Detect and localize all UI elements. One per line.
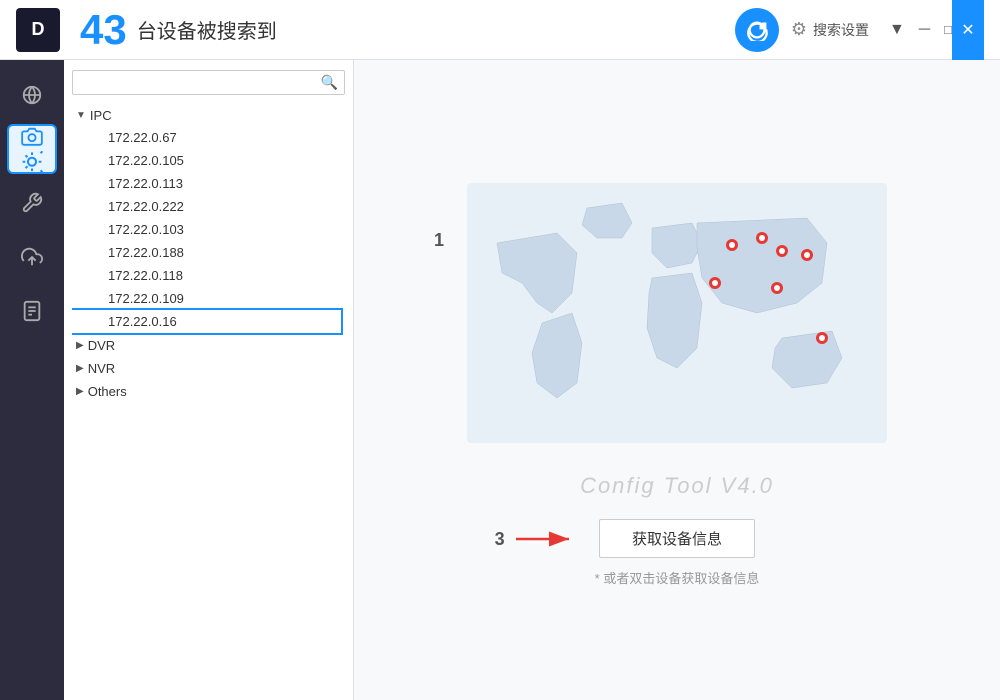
ip-icon bbox=[21, 84, 43, 106]
tree-item[interactable]: 172.22.0.222 bbox=[72, 195, 345, 218]
step-3-label: 3 bbox=[495, 529, 505, 550]
right-panel: 1 2 bbox=[354, 60, 1000, 700]
nvr-arrow-icon: ▶ bbox=[76, 363, 84, 374]
map-svg bbox=[467, 173, 887, 453]
window-controls: ▼ ─ □ bbox=[889, 21, 952, 39]
action-section: 3 获取设备信息 * 或者双击设备获取设备信息 bbox=[595, 519, 760, 587]
world-map bbox=[467, 173, 887, 453]
step-3-indicator: 3 bbox=[495, 525, 581, 553]
sidebar-item-upload[interactable] bbox=[7, 232, 57, 282]
map-pin-7 bbox=[816, 332, 828, 344]
step-1-label: 1 bbox=[434, 230, 444, 251]
tree-group-dvr: ▶ DVR bbox=[72, 335, 345, 356]
tree-group-nvr: ▶ NVR bbox=[72, 358, 345, 379]
ipc-label: IPC bbox=[90, 108, 112, 123]
step-3-arrow bbox=[511, 525, 581, 553]
sidebar-item-document[interactable] bbox=[7, 286, 57, 336]
map-pin-6 bbox=[771, 282, 783, 294]
tree-group-ipc-header[interactable]: ▼ IPC bbox=[72, 105, 345, 126]
tree-item[interactable]: 172.22.0.103 bbox=[72, 218, 345, 241]
device-count: 43 bbox=[80, 9, 127, 51]
sidebar-item-ip[interactable] bbox=[7, 70, 57, 120]
main-layout: 🔍 ▼ IPC 172.22.0.67 172.22.0.105 172.22.… bbox=[0, 60, 1000, 700]
tree-item[interactable]: 172.22.0.109 bbox=[72, 287, 345, 310]
document-icon bbox=[21, 300, 43, 322]
nvr-label: NVR bbox=[88, 361, 115, 376]
tool-icon bbox=[21, 192, 43, 214]
search-icon[interactable]: 🔍 bbox=[321, 74, 338, 91]
tree-item[interactable]: 172.22.0.188 bbox=[72, 241, 345, 264]
titlebar-title: 台设备被搜索到 bbox=[137, 15, 277, 44]
get-device-info-button[interactable]: 获取设备信息 bbox=[599, 519, 755, 558]
tree-item[interactable]: 172.22.0.67 bbox=[72, 126, 345, 149]
map-pin-1 bbox=[726, 239, 738, 251]
tree-group-nvr-header[interactable]: ▶ NVR bbox=[72, 358, 345, 379]
tree-group-others-header[interactable]: ▶ Others bbox=[72, 381, 345, 402]
upload-icon bbox=[21, 246, 43, 268]
dvr-label: DVR bbox=[88, 338, 115, 353]
left-panel: 🔍 ▼ IPC 172.22.0.67 172.22.0.105 172.22.… bbox=[64, 60, 354, 700]
tree-item[interactable]: 172.22.0.113 bbox=[72, 172, 345, 195]
config-tool-watermark: Config Tool V4.0 bbox=[580, 473, 774, 499]
app-logo: D bbox=[16, 8, 60, 52]
map-pin-4 bbox=[801, 249, 813, 261]
sidebar bbox=[0, 60, 64, 700]
refresh-button[interactable] bbox=[735, 8, 779, 52]
ipc-arrow-icon: ▼ bbox=[76, 110, 86, 121]
map-pin-5 bbox=[709, 277, 721, 289]
search-input[interactable] bbox=[79, 75, 321, 90]
dvr-arrow-icon: ▶ bbox=[76, 340, 84, 351]
sidebar-item-tool[interactable] bbox=[7, 178, 57, 228]
tree-item[interactable]: 172.22.0.118 bbox=[72, 264, 345, 287]
tree-group-dvr-header[interactable]: ▶ DVR bbox=[72, 335, 345, 356]
wifi-icon[interactable]: ▼ bbox=[889, 21, 905, 39]
restore-button[interactable]: □ bbox=[944, 22, 952, 37]
tree-group-others: ▶ Others bbox=[72, 381, 345, 402]
tree-group-ipc: ▼ IPC 172.22.0.67 172.22.0.105 172.22.0.… bbox=[72, 105, 345, 333]
map-pin-2 bbox=[756, 232, 768, 244]
others-arrow-icon: ▶ bbox=[76, 386, 84, 397]
sidebar-item-camera[interactable] bbox=[7, 124, 57, 174]
titlebar: D 43 台设备被搜索到 ⚙ 搜索设置 ▼ ─ □ ✕ bbox=[0, 0, 1000, 60]
device-tree: ▼ IPC 172.22.0.67 172.22.0.105 172.22.0.… bbox=[72, 105, 345, 690]
minimize-button[interactable]: ─ bbox=[919, 21, 930, 39]
tree-item[interactable]: 172.22.0.105 bbox=[72, 149, 345, 172]
settings-small-icon bbox=[21, 151, 43, 173]
hint-text: * 或者双击设备获取设备信息 bbox=[595, 568, 760, 587]
map-pin-3 bbox=[776, 245, 788, 257]
settings-icon: ⚙ bbox=[791, 19, 807, 40]
close-button[interactable]: ✕ bbox=[952, 0, 984, 60]
camera-icon bbox=[21, 126, 43, 148]
search-settings-button[interactable]: ⚙ 搜索设置 bbox=[791, 19, 869, 40]
tree-item-selected[interactable]: 172.22.0.16 bbox=[72, 310, 341, 333]
search-bar[interactable]: 🔍 bbox=[72, 70, 345, 95]
others-label: Others bbox=[88, 384, 127, 399]
